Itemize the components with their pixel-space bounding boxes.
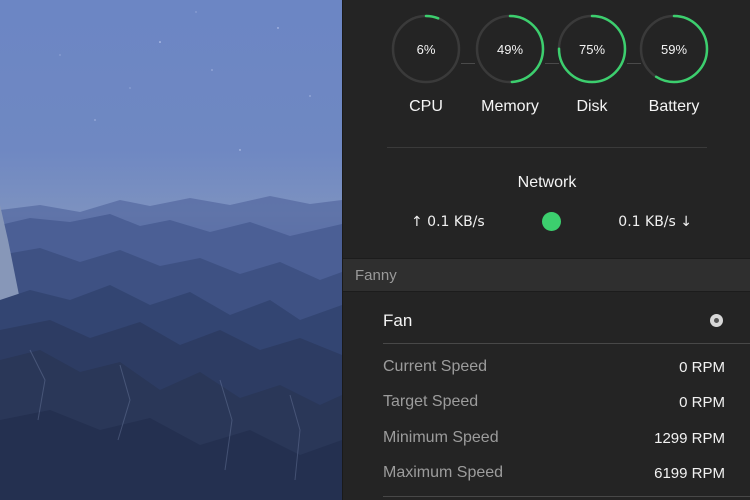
- network-upload-rate: ↑ 0.1 KB/s: [411, 214, 485, 230]
- maximum-speed-row: Maximum Speed 6199 RPM: [383, 462, 725, 484]
- divider: [383, 343, 750, 344]
- maximum-speed-value: 6199 RPM: [654, 464, 725, 482]
- maximum-speed-label: Maximum Speed: [383, 464, 504, 481]
- section-header-fanny: Fanny: [343, 258, 750, 292]
- network-status-dot-icon: [542, 212, 561, 231]
- gauge-disk[interactable]: 75% Disk: [557, 14, 627, 124]
- stats-panel: 6% CPU 49% Memory 75% Disk 59% Battery N…: [342, 0, 750, 500]
- desktop-wallpaper: [0, 0, 342, 500]
- target-speed-value: 0 RPM: [679, 393, 725, 411]
- fan-title: Fan: [383, 311, 413, 330]
- memory-label: Memory: [481, 98, 539, 115]
- memory-value: 49%: [496, 41, 524, 57]
- divider: [383, 496, 750, 497]
- minimum-speed-row: Minimum Speed 1299 RPM: [383, 427, 725, 449]
- gauge-connector: [461, 63, 475, 64]
- cpu-value: 6%: [416, 41, 436, 57]
- minimum-speed-label: Minimum Speed: [383, 429, 499, 446]
- target-speed-row: Target Speed 0 RPM: [383, 391, 725, 413]
- cpu-label: CPU: [409, 98, 443, 115]
- mountain-landscape-image: [0, 11, 342, 500]
- target-speed-label: Target Speed: [383, 393, 479, 410]
- gauge-row: 6% CPU 49% Memory 75% Disk 59% Battery: [343, 14, 750, 124]
- gauge-cpu[interactable]: 6% CPU: [391, 14, 461, 124]
- radio-dot-icon[interactable]: [710, 314, 723, 327]
- disk-label: Disk: [576, 98, 608, 115]
- current-speed-value: 0 RPM: [679, 358, 725, 376]
- network-title: Network: [517, 174, 577, 191]
- divider: [387, 147, 707, 148]
- minimum-speed-value: 1299 RPM: [654, 429, 725, 447]
- gauge-memory[interactable]: 49% Memory: [475, 14, 545, 124]
- current-speed-label: Current Speed: [383, 358, 488, 375]
- battery-value: 59%: [660, 41, 688, 57]
- current-speed-row: Current Speed 0 RPM: [383, 356, 725, 378]
- network-download-rate: 0.1 KB/s ↓: [618, 214, 692, 230]
- disk-value: 75%: [578, 41, 606, 57]
- gauge-battery[interactable]: 59% Battery: [639, 14, 709, 124]
- battery-label: Battery: [648, 98, 700, 115]
